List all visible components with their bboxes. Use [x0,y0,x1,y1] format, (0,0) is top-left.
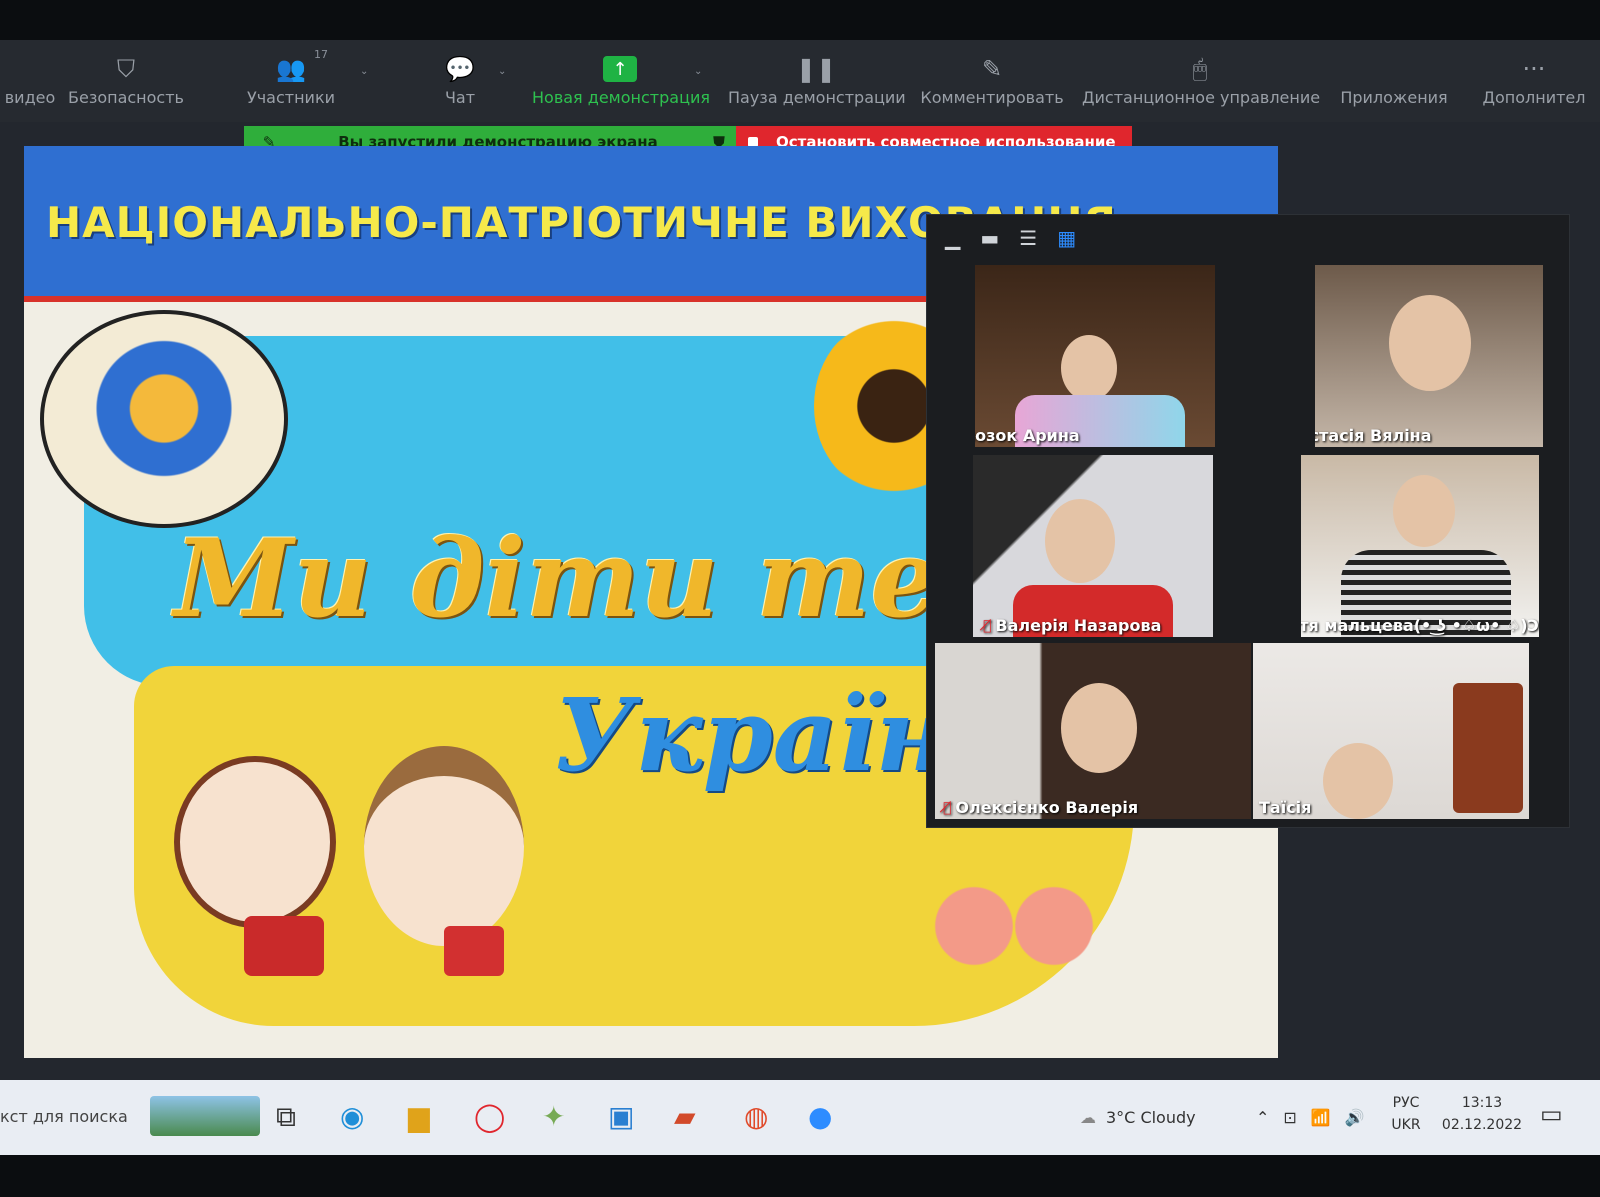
more-button[interactable]: ··· Дополнител [1468,50,1600,107]
zoom-app-icon[interactable]: ● [808,1100,832,1133]
opera-browser-icon[interactable]: ◯ [474,1100,505,1133]
mouse-icon: 🖱 [1192,55,1208,83]
share-arrow-icon: ↑ [603,56,637,82]
muted-mic-icon: 🎙̸ [983,617,992,634]
security-button[interactable]: ⛉ Безопасность [66,50,186,107]
system-tray: ⌃ ⊡ 📶 🔊 [1256,1080,1365,1155]
more-dots-icon: ··· [1522,55,1546,83]
annotate-button[interactable]: ✎ Комментировать [920,50,1064,107]
powerpoint-icon[interactable]: ▰ [674,1100,696,1133]
apps-icon [1336,50,1452,88]
participant-name: 🎙̸ Олексієнко Валерія [943,798,1139,817]
slogan-line-2: Україн [554,676,949,794]
edge-browser-icon[interactable]: ◉ [340,1100,364,1133]
video-button[interactable]: видео [0,50,60,107]
pause-icon: ❚❚ [795,55,837,83]
task-view-icon[interactable]: ⧉ [276,1100,296,1134]
apps-button[interactable]: Приложения [1336,50,1452,107]
participant-tile[interactable]: Полозок Арина [975,265,1215,447]
flowers-image [914,866,1114,986]
minimize-icon[interactable]: ▁ [945,226,960,250]
pause-share-button[interactable]: ❚❚ Пауза демонстрации [728,50,906,107]
participant-video [1045,499,1115,583]
girl-dress [244,916,324,976]
gallery-view-icon[interactable]: ▦ [1057,226,1076,250]
participants-caret-icon[interactable]: ⌄ [360,66,368,77]
participant-tile[interactable]: 🎙̸ Валерія Назарова [973,455,1213,637]
door-background [1453,683,1523,813]
pencil-icon: ✎ [981,55,1003,83]
participant-tile[interactable]: Таїсія [1253,643,1529,819]
chat-button[interactable]: 💬 Чат [430,50,490,107]
speaker-view-icon[interactable]: ▬ [980,226,999,250]
notifications-icon[interactable]: ▭ [1540,1100,1563,1128]
chat-caret-icon[interactable]: ⌄ [498,66,506,77]
participant-video [1389,295,1471,391]
participant-name: 🎙̸Анастасія Вяліна [1315,426,1432,445]
children-illustration [154,726,574,1026]
participant-name: Таїсія [1259,798,1312,817]
participant-tile[interactable]: 🎙̸ Олексієнко Валерія [935,643,1251,819]
wifi-icon[interactable]: 📶 [1311,1108,1331,1127]
clock-time: 13:13 [1461,1095,1503,1111]
cloud-icon: ☁ [1080,1108,1096,1127]
remote-control-button[interactable]: 🖱 Дистанционное управление [1082,50,1320,107]
new-share-button[interactable]: ↑ Новая демонстрация [532,50,710,107]
video-gallery-panel: ▁ ▬ ☰ ▦ Полозок Арина 🎙̸Анастасія Вяліна… [926,214,1570,828]
photos-icon[interactable]: ▣ [608,1100,634,1133]
strip-view-icon[interactable]: ☰ [1019,226,1037,250]
emblem-image [40,310,288,528]
language-indicator[interactable]: РУС UKR [1386,1092,1426,1136]
clock-date: 02.12.2022 [1441,1117,1523,1133]
weather-widget[interactable]: ☁ 3°C Cloudy [1080,1080,1196,1155]
slogan-line-1: Ми діти те [174,516,940,642]
participant-video [1061,683,1137,773]
shield-icon: ⛉ [117,55,135,83]
search-placeholder: кст для поиска [0,1106,128,1126]
gallery-view-controls: ▁ ▬ ☰ ▦ [927,215,1076,261]
video-icon [0,50,60,88]
chevron-up-icon[interactable]: ⌃ [1256,1108,1269,1127]
chrome-icon[interactable]: ◍ [744,1100,768,1133]
participant-name: 🎙̸Катя мальцева(• ͜ʖ •♤ω• ♤)Ͻ [1301,616,1539,635]
participant-video [1393,475,1455,547]
boy-shirt [444,926,504,976]
meet-now-icon[interactable]: ⊡ [1283,1108,1296,1127]
zoom-window: видео ⛉ Безопасность 👥 17 Участники ⌄ 💬 … [0,40,1600,1155]
volume-icon[interactable]: 🔊 [1345,1108,1365,1127]
file-explorer-icon[interactable]: ▆ [408,1100,430,1133]
search-highlight-image [150,1096,260,1136]
weather-text: 3°C Cloudy [1106,1108,1196,1127]
meeting-toolbar: видео ⛉ Безопасность 👥 17 Участники ⌄ 💬 … [0,40,1600,122]
participant-name: Полозок Арина [975,426,1080,445]
app-icon[interactable]: ✦ [542,1100,565,1133]
participant-tile[interactable]: 🎙̸Катя мальцева(• ͜ʖ •♤ω• ♤)Ͻ [1301,455,1539,637]
share-caret-icon[interactable]: ⌄ [694,66,702,77]
clock[interactable]: 13:13 02.12.2022 [1432,1092,1532,1136]
taskbar-search[interactable]: кст для поиска [0,1096,270,1136]
participant-name: 🎙̸ Валерія Назарова [983,616,1162,635]
muted-mic-icon: 🎙̸ [943,799,952,816]
boy-figure [364,746,524,946]
windows-taskbar: кст для поиска ⧉ ◉ ▆ ◯ ✦ ▣ ▰ ◍ ● ☁ 3°C C… [0,1080,1600,1155]
girl-figure [174,756,336,928]
participant-tile[interactable]: 🎙̸Анастасія Вяліна [1315,265,1543,447]
participant-video [1323,743,1393,819]
participants-count: 17 [314,48,328,61]
participants-button[interactable]: 👥 17 Участники [246,48,336,107]
participant-video [1061,335,1117,401]
chat-bubble-icon: 💬 [445,55,475,83]
